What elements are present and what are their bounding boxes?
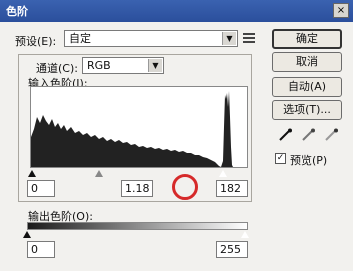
- preview-label: 预览(P): [290, 154, 328, 167]
- output-black-slider[interactable]: [23, 231, 31, 238]
- cancel-button[interactable]: 取消: [272, 52, 342, 72]
- highlight-circle: [172, 174, 198, 200]
- title-bar: 色阶 ×: [0, 0, 353, 22]
- window-title: 色阶: [6, 5, 28, 18]
- chevron-down-icon: ▼: [222, 32, 236, 45]
- input-white-slider[interactable]: [219, 170, 227, 177]
- gray-eyedropper-icon[interactable]: [300, 128, 318, 142]
- input-gamma-field[interactable]: 1.18: [121, 180, 153, 197]
- histogram: [30, 86, 248, 168]
- preset-value: 自定: [69, 32, 91, 45]
- ok-button[interactable]: 确定: [272, 29, 342, 49]
- input-black-slider[interactable]: [28, 170, 36, 177]
- input-gamma-slider[interactable]: [95, 170, 103, 177]
- input-black-field[interactable]: 0: [27, 180, 55, 197]
- chevron-down-icon: ▼: [148, 59, 162, 72]
- close-button[interactable]: ×: [333, 3, 349, 18]
- preset-dropdown[interactable]: 自定 ▼: [64, 30, 238, 47]
- output-white-slider[interactable]: [241, 231, 249, 238]
- output-gradient: [27, 222, 248, 230]
- output-black-field[interactable]: 0: [27, 241, 55, 258]
- output-white-field[interactable]: 255: [216, 241, 248, 258]
- channel-label: 通道(C):: [36, 62, 78, 75]
- channel-dropdown[interactable]: RGB ▼: [82, 57, 164, 74]
- preview-checkbox[interactable]: ✓: [275, 153, 286, 164]
- white-eyedropper-icon[interactable]: [323, 128, 341, 142]
- input-white-field[interactable]: 182: [216, 180, 248, 197]
- black-eyedropper-icon[interactable]: [277, 128, 295, 142]
- options-button[interactable]: 选项(T)...: [272, 100, 342, 120]
- menu-icon[interactable]: [243, 33, 255, 43]
- channel-value: RGB: [87, 59, 111, 72]
- preset-label: 预设(E):: [15, 35, 57, 48]
- auto-button[interactable]: 自动(A): [272, 77, 342, 97]
- histogram-graph: [31, 91, 247, 167]
